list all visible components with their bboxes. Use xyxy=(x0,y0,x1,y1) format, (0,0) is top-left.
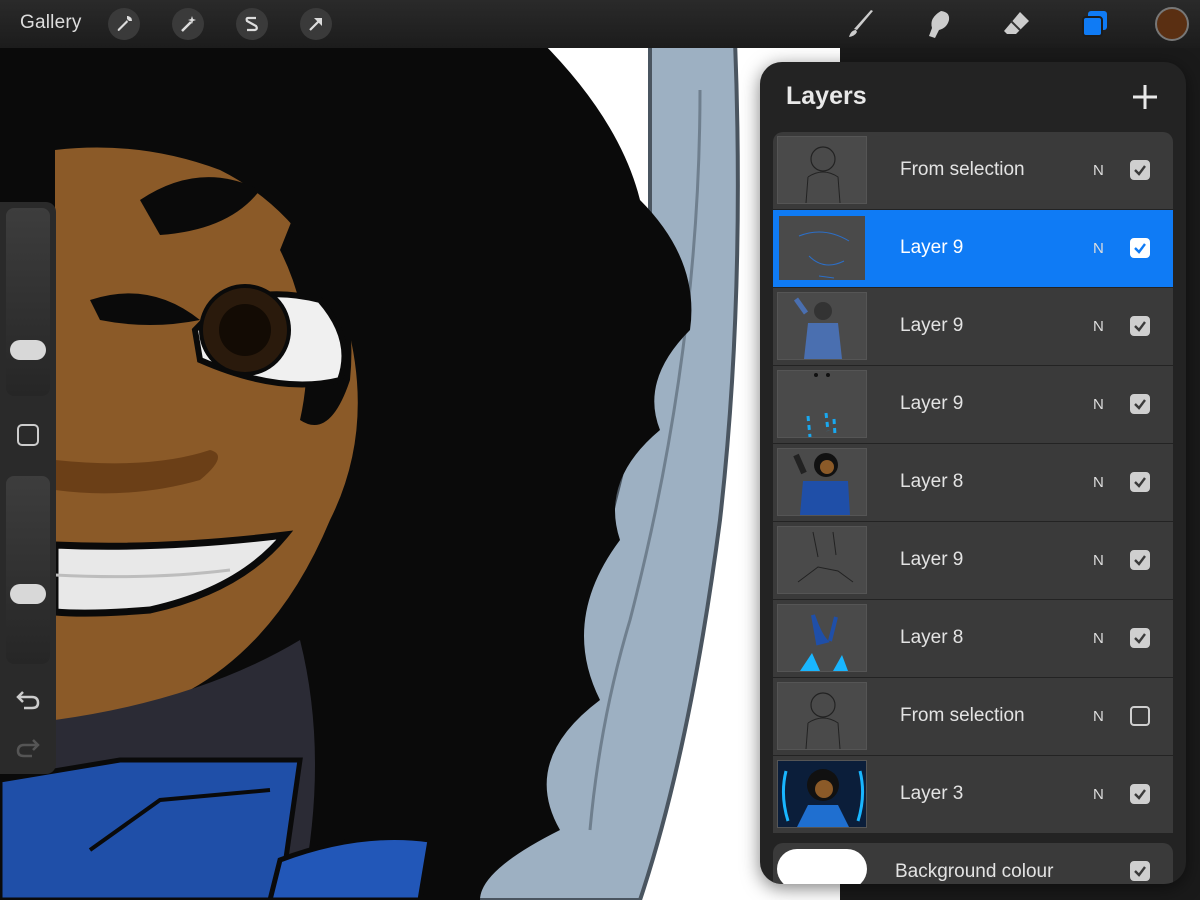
layer-row[interactable]: Layer 3 N xyxy=(773,756,1173,833)
layer-thumbnail[interactable] xyxy=(777,682,867,750)
layer-thumbnail[interactable] xyxy=(777,760,867,828)
layer-row[interactable]: Layer 9 N xyxy=(773,210,1173,287)
opacity-thumb[interactable] xyxy=(10,584,46,604)
layer-row[interactable]: Layer 8 N xyxy=(773,600,1173,677)
layer-thumbnail[interactable] xyxy=(777,292,867,360)
layers-panel-title: Layers xyxy=(786,82,867,110)
layers-icon[interactable] xyxy=(1077,6,1113,42)
layer-name: From selection xyxy=(900,705,1025,726)
wrench-icon[interactable] xyxy=(108,8,140,40)
blend-mode-button[interactable]: N xyxy=(1093,162,1104,179)
transform-arrow-icon[interactable] xyxy=(300,8,332,40)
layer-name: From selection xyxy=(900,159,1025,180)
modifier-square-icon[interactable] xyxy=(17,424,39,446)
layer-thumbnail[interactable] xyxy=(777,136,867,204)
layer-name: Layer 3 xyxy=(900,783,964,804)
layer-visibility-checkbox[interactable] xyxy=(1130,628,1150,648)
blend-mode-button[interactable]: N xyxy=(1093,630,1104,647)
selection-s-icon[interactable] xyxy=(236,8,268,40)
layer-row[interactable]: Layer 9 N xyxy=(773,366,1173,443)
layer-thumbnail[interactable] xyxy=(777,214,867,282)
layer-name: Layer 8 xyxy=(900,471,964,492)
layer-name: Layer 9 xyxy=(900,393,964,414)
blend-mode-button[interactable]: N xyxy=(1093,240,1104,257)
layer-row[interactable]: From selection N xyxy=(773,678,1173,755)
opacity-slider[interactable] xyxy=(6,476,50,664)
color-picker-swatch[interactable] xyxy=(1155,7,1189,41)
redo-icon[interactable] xyxy=(14,736,42,760)
layer-name: Layer 9 xyxy=(900,315,964,336)
magic-wand-icon[interactable] xyxy=(172,8,204,40)
brush-icon[interactable] xyxy=(843,6,879,42)
layer-name: Layer 9 xyxy=(900,549,964,570)
layer-name: Layer 9 xyxy=(900,237,964,258)
layer-visibility-checkbox[interactable] xyxy=(1130,316,1150,336)
layer-thumbnail[interactable] xyxy=(777,448,867,516)
layer-name: Layer 8 xyxy=(900,627,964,648)
blend-mode-button[interactable]: N xyxy=(1093,552,1104,569)
eraser-icon[interactable] xyxy=(999,6,1035,42)
layers-panel: Layers From selection N Layer 9 N Layer 9 N La… xyxy=(760,62,1186,884)
background-label: Background colour xyxy=(895,861,1054,882)
layer-row[interactable]: Layer 9 N xyxy=(773,288,1173,365)
layer-row[interactable]: Layer 8 N xyxy=(773,444,1173,521)
layer-visibility-checkbox[interactable] xyxy=(1130,472,1150,492)
blend-mode-button[interactable]: N xyxy=(1093,474,1104,491)
top-toolbar: Gallery xyxy=(0,0,1200,48)
layer-list: From selection N Layer 9 N Layer 9 N Layer 9NL… xyxy=(773,132,1173,834)
layer-thumbnail[interactable] xyxy=(777,370,867,438)
layer-row[interactable]: Layer 9 N xyxy=(773,522,1173,599)
layer-visibility-checkbox[interactable] xyxy=(1130,550,1150,570)
layer-row[interactable]: From selection N xyxy=(773,132,1173,209)
background-colour-row[interactable]: Background colour xyxy=(773,843,1173,884)
background-thumbnail xyxy=(777,849,867,884)
left-sidebar xyxy=(0,202,56,774)
undo-icon[interactable] xyxy=(14,688,42,712)
layer-thumbnail[interactable] xyxy=(777,604,867,672)
layer-visibility-checkbox[interactable] xyxy=(1130,394,1150,414)
blend-mode-button[interactable]: N xyxy=(1093,786,1104,803)
blend-mode-button[interactable]: N xyxy=(1093,708,1104,725)
blend-mode-button[interactable]: N xyxy=(1093,318,1104,335)
layer-visibility-checkbox[interactable] xyxy=(1130,784,1150,804)
layer-visibility-checkbox[interactable] xyxy=(1130,160,1150,180)
brush-size-slider[interactable] xyxy=(6,208,50,396)
layer-visibility-checkbox[interactable] xyxy=(1130,238,1150,258)
gallery-button[interactable]: Gallery xyxy=(20,12,82,34)
smudge-icon[interactable] xyxy=(921,6,957,42)
plus-icon[interactable] xyxy=(1128,80,1162,114)
brush-size-thumb[interactable] xyxy=(10,340,46,360)
layer-thumbnail[interactable] xyxy=(777,526,867,594)
layer-visibility-checkbox[interactable] xyxy=(1130,706,1150,726)
background-visibility-checkbox[interactable] xyxy=(1130,861,1150,881)
blend-mode-button[interactable]: N xyxy=(1093,396,1104,413)
